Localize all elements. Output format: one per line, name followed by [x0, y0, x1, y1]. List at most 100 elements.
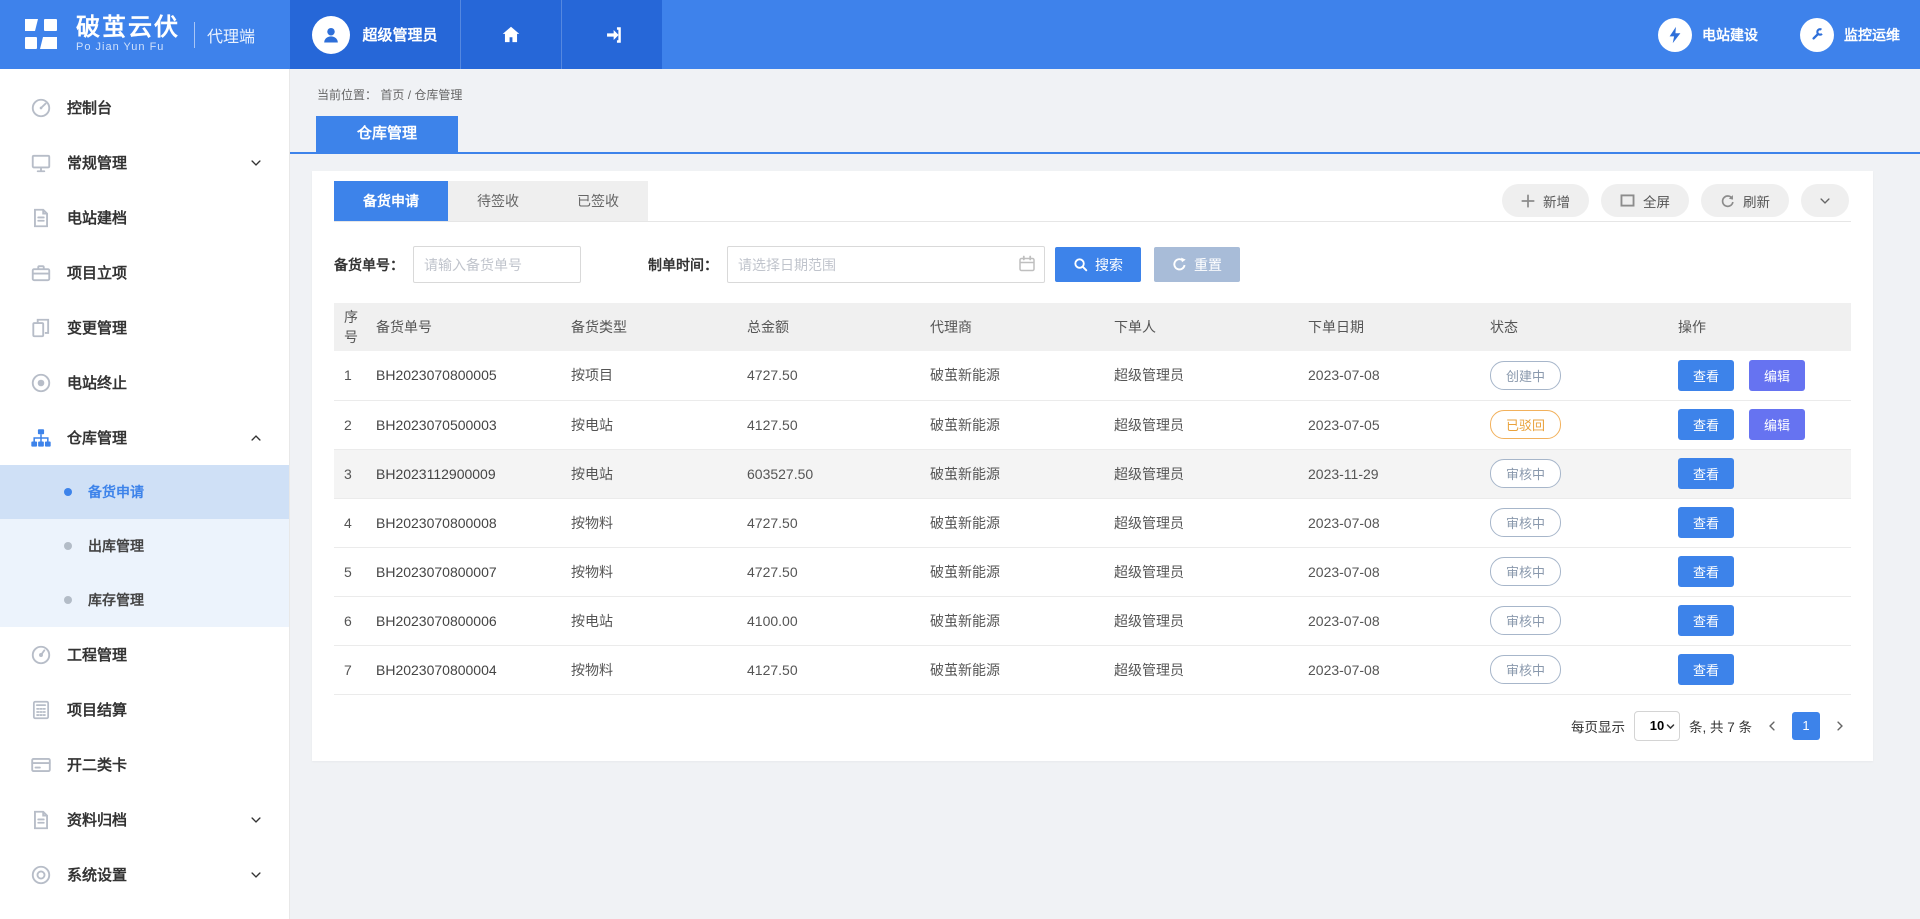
nav-label: 电站建设	[1702, 25, 1758, 45]
view-button[interactable]: 查看	[1678, 409, 1734, 440]
refresh-button-label: 刷新	[1743, 191, 1770, 211]
table-row[interactable]: 2 BH2023070500003 按电站 4127.50 破茧新能源 超级管理…	[334, 400, 1851, 449]
cell-status: 审核中	[1484, 596, 1672, 645]
calculator-icon	[30, 699, 52, 721]
search-button[interactable]: 搜索	[1055, 247, 1141, 282]
reset-button-label: 重置	[1194, 255, 1222, 275]
cell-amount: 4127.50	[741, 400, 924, 449]
cell-no: 4	[334, 498, 370, 547]
actions-cell: 查看	[1672, 498, 1851, 547]
date-label: 制单时间：	[648, 255, 718, 275]
home-button[interactable]	[460, 0, 561, 69]
sidebar-item-station-termination[interactable]: 电站终止	[0, 355, 289, 410]
view-button[interactable]: 查看	[1678, 654, 1734, 685]
cell-agent: 破茧新能源	[924, 645, 1108, 694]
table-row[interactable]: 3 BH2023112900009 按电站 603527.50 破茧新能源 超级…	[334, 449, 1851, 498]
cell-type: 按电站	[565, 400, 741, 449]
edit-button[interactable]: 编辑	[1749, 360, 1805, 391]
col-header-actions: 操作	[1672, 303, 1851, 351]
tab-stock-request[interactable]: 备货申请	[334, 181, 448, 221]
plus-icon	[1521, 194, 1535, 208]
add-button[interactable]: 新增	[1502, 184, 1589, 217]
divider	[194, 22, 195, 48]
copy-icon	[30, 317, 52, 339]
sidebar-item-card[interactable]: 开二类卡	[0, 737, 289, 792]
cell-orderer: 超级管理员	[1108, 400, 1302, 449]
table-row[interactable]: 4 BH2023070800008 按物料 4727.50 破茧新能源 超级管理…	[334, 498, 1851, 547]
page-tab-row: 仓库管理	[290, 116, 1920, 154]
cell-orderer: 超级管理员	[1108, 547, 1302, 596]
edit-button[interactable]: 编辑	[1749, 409, 1805, 440]
page-1-button[interactable]: 1	[1792, 712, 1820, 740]
tab-pending-receipt[interactable]: 待签收	[448, 181, 548, 221]
submenu-item-label: 出库管理	[88, 536, 144, 556]
cell-orderer: 超级管理员	[1108, 449, 1302, 498]
cell-order-no: BH2023070800005	[370, 351, 565, 400]
cell-amount: 4127.50	[741, 645, 924, 694]
cell-type: 按电站	[565, 449, 741, 498]
submenu-item-label: 库存管理	[88, 590, 144, 610]
fullscreen-button[interactable]: 全屏	[1601, 184, 1689, 217]
table-row[interactable]: 7 BH2023070800004 按物料 4127.50 破茧新能源 超级管理…	[334, 645, 1851, 694]
sidebar-item-data-archive[interactable]: 资料归档	[0, 792, 289, 847]
sidebar-item-engineering[interactable]: 工程管理	[0, 627, 289, 682]
user-name: 超级管理员	[362, 24, 437, 45]
breadcrumb-home[interactable]: 首页	[380, 88, 404, 102]
tab-received[interactable]: 已签收	[548, 181, 648, 221]
refresh-button[interactable]: 刷新	[1701, 184, 1789, 217]
sidebar-item-label: 开二类卡	[67, 754, 127, 775]
sidebar-item-console[interactable]: 控制台	[0, 80, 289, 135]
cell-order-no: BH2023112900009	[370, 449, 565, 498]
reset-button[interactable]: 重置	[1154, 247, 1240, 282]
sidebar-item-warehouse[interactable]: 仓库管理	[0, 410, 289, 465]
cell-date: 2023-07-08	[1302, 351, 1484, 400]
page-tab-warehouse[interactable]: 仓库管理	[316, 116, 458, 152]
view-button[interactable]: 查看	[1678, 458, 1734, 489]
table-row[interactable]: 6 BH2023070800006 按电站 4100.00 破茧新能源 超级管理…	[334, 596, 1851, 645]
document-icon	[30, 207, 52, 229]
reset-icon	[1172, 257, 1187, 272]
nav-item-operations[interactable]: 监控运维	[1800, 18, 1900, 52]
breadcrumb-separator: /	[408, 88, 411, 102]
sidebar-item-label: 电站建档	[67, 207, 127, 228]
next-page-button[interactable]	[1829, 715, 1851, 737]
date-range-input[interactable]	[727, 246, 1045, 283]
submenu-item-inventory[interactable]: 库存管理	[0, 573, 289, 627]
sidebar-item-change-management[interactable]: 变更管理	[0, 300, 289, 355]
order-no-input[interactable]	[413, 246, 581, 283]
logo-title: 破茧云伏	[76, 15, 180, 40]
sidebar-item-station-archive[interactable]: 电站建档	[0, 190, 289, 245]
table-row[interactable]: 5 BH2023070800007 按物料 4727.50 破茧新能源 超级管理…	[334, 547, 1851, 596]
chevron-down-icon	[249, 156, 263, 170]
sidebar-item-label: 控制台	[67, 97, 112, 118]
collapse-toolbar-button[interactable]	[1801, 184, 1849, 217]
sidebar-item-project-initiation[interactable]: 项目立项	[0, 245, 289, 300]
search-icon	[1073, 257, 1088, 272]
chevron-down-icon	[1818, 194, 1832, 208]
table-row[interactable]: 1 BH2023070800005 按项目 4727.50 破茧新能源 超级管理…	[334, 351, 1851, 400]
sidebar-item-settlement[interactable]: 项目结算	[0, 682, 289, 737]
cell-type: 按电站	[565, 596, 741, 645]
col-header-no: 序号	[334, 303, 370, 351]
per-page-select[interactable]: 10	[1634, 711, 1680, 741]
bullet-icon	[64, 596, 72, 604]
view-button[interactable]: 查看	[1678, 556, 1734, 587]
cell-orderer: 超级管理员	[1108, 498, 1302, 547]
sidebar-item-settings[interactable]: 系统设置	[0, 847, 289, 902]
col-header-type: 备货类型	[565, 303, 741, 351]
submenu-item-stock-request[interactable]: 备货申请	[0, 465, 289, 519]
user-menu[interactable]: 超级管理员	[290, 0, 460, 69]
view-button[interactable]: 查看	[1678, 605, 1734, 636]
logout-button[interactable]	[561, 0, 662, 69]
order-no-label: 备货单号：	[334, 255, 404, 275]
avatar	[312, 16, 350, 54]
sidebar-item-general[interactable]: 常规管理	[0, 135, 289, 190]
col-header-orderer: 下单人	[1108, 303, 1302, 351]
nav-item-construction[interactable]: 电站建设	[1658, 18, 1758, 52]
sidebar: 控制台 常规管理 电站建档	[0, 69, 290, 919]
prev-page-button[interactable]	[1761, 715, 1783, 737]
view-button[interactable]: 查看	[1678, 360, 1734, 391]
cell-no: 7	[334, 645, 370, 694]
submenu-item-outbound[interactable]: 出库管理	[0, 519, 289, 573]
view-button[interactable]: 查看	[1678, 507, 1734, 538]
